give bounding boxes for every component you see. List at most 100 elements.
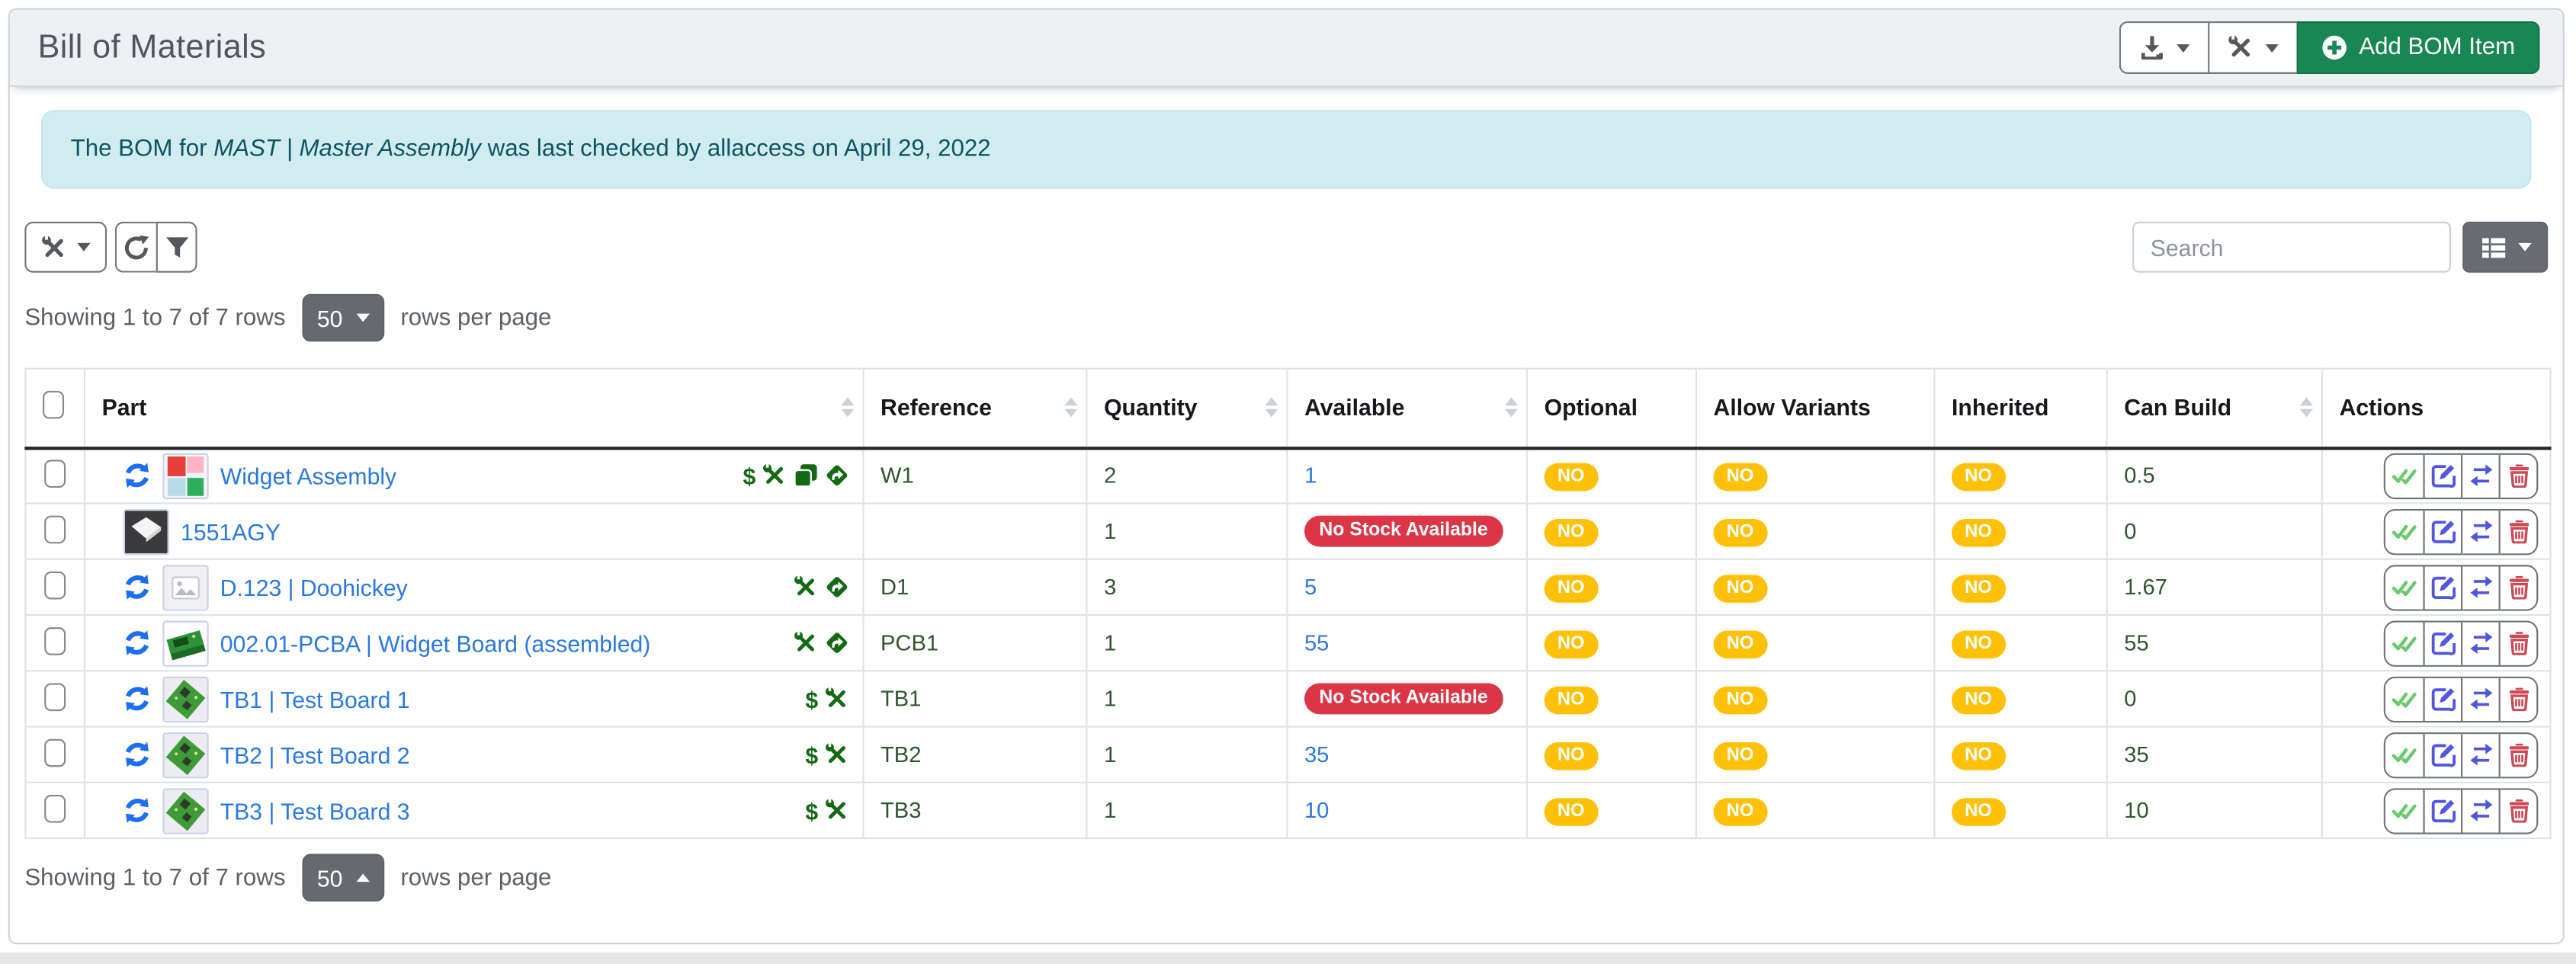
- substitutes-button[interactable]: [2461, 510, 2499, 552]
- row-checkbox[interactable]: [44, 515, 66, 543]
- sort-arrows-icon[interactable]: [1505, 398, 1518, 418]
- row-checkbox[interactable]: [44, 794, 66, 822]
- available-stock-link[interactable]: 35: [1304, 742, 1329, 767]
- substitutes-button[interactable]: [2461, 677, 2499, 720]
- clone-icon: [794, 463, 818, 488]
- row-checkbox[interactable]: [44, 682, 66, 710]
- trash-icon: [2506, 742, 2530, 767]
- export-button[interactable]: [2119, 21, 2208, 74]
- part-link[interactable]: D.123 | Doohickey: [220, 574, 408, 600]
- part-thumbnail[interactable]: [124, 508, 169, 554]
- row-checkbox[interactable]: [44, 626, 66, 655]
- edit-button[interactable]: [2423, 565, 2461, 608]
- search-input[interactable]: [2132, 222, 2451, 273]
- substitutes-button[interactable]: [2461, 565, 2499, 608]
- row-checkbox[interactable]: [44, 460, 66, 488]
- validate-button[interactable]: [2385, 789, 2424, 831]
- page-size-dropdown[interactable]: 50: [302, 854, 384, 902]
- part-link[interactable]: 1551AGY: [181, 518, 281, 544]
- part-flag-icons: $: [805, 742, 849, 767]
- part-cell: 002.01-PCBA | Widget Board (assembled): [85, 615, 863, 671]
- bom-actions-dropdown-button[interactable]: [24, 222, 107, 273]
- column-header-inherited: Inherited: [1934, 369, 2106, 447]
- delete-button[interactable]: [2499, 789, 2537, 831]
- edit-button[interactable]: [2423, 677, 2461, 720]
- validate-button[interactable]: [2385, 677, 2424, 720]
- column-header-label: Reference: [881, 395, 992, 421]
- edit-button[interactable]: [2423, 510, 2461, 552]
- substitutes-button[interactable]: [2461, 789, 2499, 831]
- tools-icon: [762, 463, 787, 488]
- optional-cell: NO: [1527, 559, 1696, 615]
- column-header-can-build[interactable]: Can Build: [2107, 369, 2322, 447]
- part-link[interactable]: TB3 | Test Board 3: [220, 797, 410, 823]
- part-cell: TB1 | Test Board 1$: [85, 671, 863, 726]
- delete-button[interactable]: [2499, 677, 2537, 720]
- part-link[interactable]: TB2 | Test Board 2: [220, 741, 410, 767]
- delete-button[interactable]: [2499, 454, 2537, 497]
- can-build-cell: 1.67: [2107, 559, 2322, 615]
- part-thumbnail[interactable]: [162, 564, 208, 610]
- column-header-quantity[interactable]: Quantity: [1086, 369, 1287, 447]
- page-size-dropdown[interactable]: 50: [302, 294, 384, 341]
- part-thumbnail[interactable]: [162, 787, 208, 833]
- column-header-allow-variants: Allow Variants: [1696, 369, 1934, 447]
- sort-arrows-icon[interactable]: [1064, 398, 1077, 418]
- allow-variants-cell: NO: [1696, 783, 1934, 838]
- column-header-available[interactable]: Available: [1287, 369, 1527, 447]
- available-stock-link[interactable]: 10: [1304, 798, 1329, 822]
- available-stock-link[interactable]: 55: [1304, 630, 1329, 655]
- part-link[interactable]: TB1 | Test Board 1: [220, 686, 410, 712]
- sort-arrows-icon[interactable]: [2300, 398, 2313, 418]
- part-thumbnail[interactable]: [162, 676, 208, 722]
- substitutes-button[interactable]: [2461, 622, 2499, 665]
- add-bom-item-button[interactable]: Add BOM Item: [2296, 21, 2539, 74]
- delete-button[interactable]: [2499, 733, 2537, 776]
- delete-button[interactable]: [2499, 565, 2537, 608]
- edit-button[interactable]: [2423, 789, 2461, 831]
- rows-per-page-label: rows per page: [400, 305, 551, 331]
- sort-arrows-icon[interactable]: [841, 398, 854, 418]
- quantity-cell: 1: [1086, 671, 1287, 726]
- toolbar-right: [2132, 222, 2548, 273]
- column-header-actions: Actions: [2322, 369, 2551, 447]
- edit-button[interactable]: [2423, 733, 2461, 776]
- quantity-cell: 1: [1086, 615, 1287, 671]
- substitutes-available-icon: [124, 573, 152, 601]
- diamond-arrow-icon: [825, 630, 849, 655]
- filter-button[interactable]: [156, 222, 197, 273]
- refresh-button[interactable]: [115, 222, 156, 273]
- part-thumbnail[interactable]: [162, 620, 208, 665]
- optional-cell: NO: [1527, 671, 1696, 726]
- validate-button[interactable]: [2385, 622, 2424, 665]
- substitutes-button[interactable]: [2461, 454, 2499, 497]
- column-header-reference[interactable]: Reference: [863, 369, 1086, 447]
- validate-button[interactable]: [2385, 565, 2424, 608]
- available-stock-link[interactable]: 1: [1304, 463, 1317, 488]
- delete-button[interactable]: [2499, 622, 2537, 665]
- select-all-checkbox[interactable]: [43, 391, 64, 419]
- part-thumbnail[interactable]: [162, 732, 208, 777]
- row-checkbox[interactable]: [44, 571, 66, 599]
- part-cell: Widget Assembly$: [85, 447, 863, 503]
- part-link[interactable]: Widget Assembly: [220, 463, 396, 488]
- validate-button[interactable]: [2385, 454, 2424, 497]
- sort-arrows-icon[interactable]: [1265, 398, 1278, 418]
- admin-actions-button[interactable]: [2208, 21, 2296, 74]
- validate-button[interactable]: [2385, 510, 2424, 552]
- part-flag-icons: [794, 575, 849, 599]
- optional-cell: NO: [1527, 503, 1696, 559]
- edit-button[interactable]: [2423, 454, 2461, 497]
- available-stock-link[interactable]: 5: [1304, 575, 1317, 599]
- column-header-part[interactable]: Part: [85, 369, 863, 447]
- substitutes-button[interactable]: [2461, 733, 2499, 776]
- optional-cell: NO: [1527, 447, 1696, 503]
- delete-button[interactable]: [2499, 510, 2537, 552]
- validate-button[interactable]: [2385, 733, 2424, 776]
- substitutes-available-icon: [124, 462, 152, 490]
- columns-toggle-button[interactable]: [2462, 222, 2548, 273]
- part-thumbnail[interactable]: [162, 453, 208, 498]
- row-checkbox[interactable]: [44, 738, 66, 767]
- edit-button[interactable]: [2423, 622, 2461, 665]
- part-link[interactable]: 002.01-PCBA | Widget Board (assembled): [220, 629, 651, 655]
